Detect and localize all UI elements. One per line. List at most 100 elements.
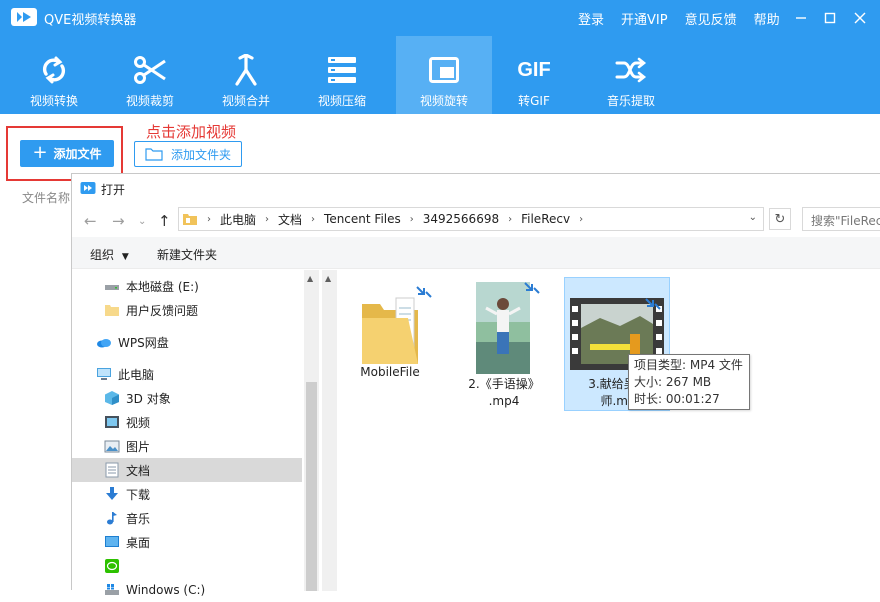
gif-icon-text: GIF — [517, 58, 551, 81]
file-name: 2.《手语操》 .mp4 — [460, 376, 548, 410]
nav-item-this-pc[interactable]: 此电脑 — [72, 362, 302, 386]
refresh-icon — [36, 52, 72, 88]
rotate-screen-icon — [426, 52, 462, 88]
breadcrumb-filerecv[interactable]: FileRecv — [521, 212, 570, 226]
up-arrow-icon[interactable]: ↑ — [158, 212, 171, 230]
nav-item-pictures[interactable]: 图片 — [72, 434, 302, 458]
search-input[interactable]: 搜索"FileRecv" — [802, 207, 880, 231]
navigation-pane: 本地磁盘 (E:) 用户反馈问题 WPS网盘 此电脑 3D 对象 视频 图片 文… — [72, 270, 319, 597]
address-dropdown-icon[interactable]: ⌄ — [749, 212, 757, 223]
breadcrumb-separator: › — [207, 213, 211, 225]
file-view-scrollbar[interactable]: ▲ — [322, 270, 337, 591]
nav-item-documents[interactable]: 文档 — [72, 458, 302, 482]
help-link[interactable]: 帮助 — [754, 9, 780, 28]
music-icon — [107, 512, 117, 525]
nav-item-videos[interactable]: 视频 — [72, 410, 302, 434]
address-row: ← → ⌄ ↑ › 此电脑 › 文档 › Tencent Files › 349… — [72, 205, 880, 235]
sync-arrows-icon — [416, 286, 432, 298]
breadcrumb-this-pc[interactable]: 此电脑 — [220, 211, 256, 228]
tool-video-convert[interactable]: 视频转换 — [6, 36, 102, 114]
merge-icon — [228, 52, 264, 88]
tooltip-type: 项目类型: MP4 文件 — [634, 358, 743, 372]
tooltip-size: 大小: 267 MB — [634, 375, 712, 389]
nav-item-wechat[interactable] — [72, 554, 302, 578]
download-icon — [106, 487, 118, 500]
tool-video-rotate[interactable]: 视频旋转 — [396, 36, 492, 114]
tool-label: 视频旋转 — [419, 94, 468, 108]
forward-arrow-icon[interactable]: → — [112, 212, 125, 230]
organize-menu[interactable]: 组织 ▼ — [90, 246, 129, 263]
nav-item-3d-objects[interactable]: 3D 对象 — [72, 386, 302, 410]
app-title: QVE视频转换器 — [44, 13, 137, 28]
nav-item-local-disk-e[interactable]: 本地磁盘 (E:) — [72, 274, 302, 298]
windows-drive-icon — [105, 584, 119, 595]
nav-item-windows-c[interactable]: Windows (C:) — [72, 578, 302, 602]
nav-item-label: WPS网盘 — [118, 335, 169, 350]
compress-icon — [324, 52, 360, 88]
organize-label: 组织 — [90, 248, 115, 262]
nav-item-label: 音乐 — [126, 511, 151, 526]
tool-extract-music[interactable]: 音乐提取 — [583, 36, 679, 114]
folder-icon — [362, 297, 418, 364]
tool-video-compress[interactable]: 视频压缩 — [294, 36, 390, 114]
nav-item-label: Windows (C:) — [126, 583, 206, 597]
document-folder-icon — [105, 462, 119, 478]
nav-item-label: 视频 — [126, 415, 151, 430]
folder-location-icon — [183, 214, 197, 225]
add-file-button[interactable]: + 添加文件 — [20, 140, 114, 167]
recent-dropdown-icon[interactable]: ⌄ — [138, 216, 146, 227]
cube-3d-icon — [105, 391, 119, 405]
sync-arrows-icon — [524, 282, 540, 294]
nav-pane-scrollbar[interactable]: ▲ — [304, 270, 319, 591]
nav-item-wps-cloud[interactable]: WPS网盘 — [72, 330, 302, 354]
maximize-icon[interactable] — [820, 8, 840, 28]
vip-link[interactable]: 开通VIP — [621, 9, 668, 28]
file-name-column-header: 文件名称 — [22, 191, 71, 205]
scroll-up-icon[interactable]: ▲ — [307, 274, 313, 283]
hint-text: 点击添加视频 — [146, 123, 237, 141]
file-view: ▲ MobileFile 2.《手语操》 .mp4 3.献给吴王 师.mp — [322, 270, 880, 591]
add-folder-button[interactable]: 添加文件夹 — [134, 141, 242, 167]
nav-item-feedback-folder[interactable]: 用户反馈问题 — [72, 298, 302, 322]
nav-item-music[interactable]: 音乐 — [72, 506, 302, 530]
chevron-down-icon: ▼ — [121, 252, 129, 262]
breadcrumb-separator: › — [579, 213, 584, 225]
tool-label: 音乐提取 — [606, 94, 655, 108]
back-arrow-icon[interactable]: ← — [84, 212, 97, 230]
folder-icon — [105, 305, 119, 316]
tool-to-gif[interactable]: GIF 转GIF — [486, 36, 582, 114]
scissors-icon — [132, 52, 168, 88]
nav-item-label: 图片 — [126, 439, 151, 454]
breadcrumb-account-id[interactable]: 3492566698 — [423, 212, 499, 226]
tool-video-merge[interactable]: 视频合并 — [198, 36, 294, 114]
tool-video-trim[interactable]: 视频裁剪 — [102, 36, 198, 114]
app-logo-icon — [11, 8, 37, 26]
nav-item-desktop[interactable]: 桌面 — [72, 530, 302, 554]
refresh-icon[interactable]: ↻ — [769, 208, 791, 230]
feedback-link[interactable]: 意见反馈 — [685, 9, 737, 28]
new-folder-button[interactable]: 新建文件夹 — [157, 246, 217, 263]
nav-item-label: 3D 对象 — [126, 391, 171, 406]
scrollbar-thumb[interactable] — [306, 382, 317, 591]
breadcrumb-separator: › — [265, 213, 270, 225]
dialog-title-bar: 打开 — [72, 174, 880, 204]
tool-label: 转GIF — [518, 94, 550, 108]
file-info-tooltip: 项目类型: MP4 文件 大小: 267 MB 时长: 00:01:27 — [628, 354, 750, 410]
file-tile-mobilefile[interactable]: MobileFile — [346, 282, 434, 382]
file-name-line1: 2.《手语操》 — [468, 377, 540, 391]
cloud-icon — [97, 339, 111, 348]
breadcrumb-tencent-files[interactable]: Tencent Files — [324, 212, 401, 226]
computer-icon — [97, 368, 111, 380]
login-link[interactable]: 登录 — [578, 9, 604, 28]
picture-folder-icon — [104, 440, 120, 453]
desktop-icon — [105, 536, 119, 547]
close-icon[interactable] — [850, 8, 870, 28]
nav-item-downloads[interactable]: 下载 — [72, 482, 302, 506]
breadcrumb-documents[interactable]: 文档 — [278, 211, 302, 228]
minimize-icon[interactable] — [791, 8, 811, 28]
file-tile-sign-language-video[interactable]: 2.《手语操》 .mp4 — [460, 282, 548, 408]
address-bar[interactable]: › 此电脑 › 文档 › Tencent Files › 3492566698 … — [178, 207, 764, 231]
title-bar: QVE视频转换器 登录 开通VIP 意见反馈 帮助 — [0, 0, 880, 36]
scroll-up-icon[interactable]: ▲ — [325, 274, 331, 283]
file-name-line2: .mp4 — [488, 394, 520, 408]
